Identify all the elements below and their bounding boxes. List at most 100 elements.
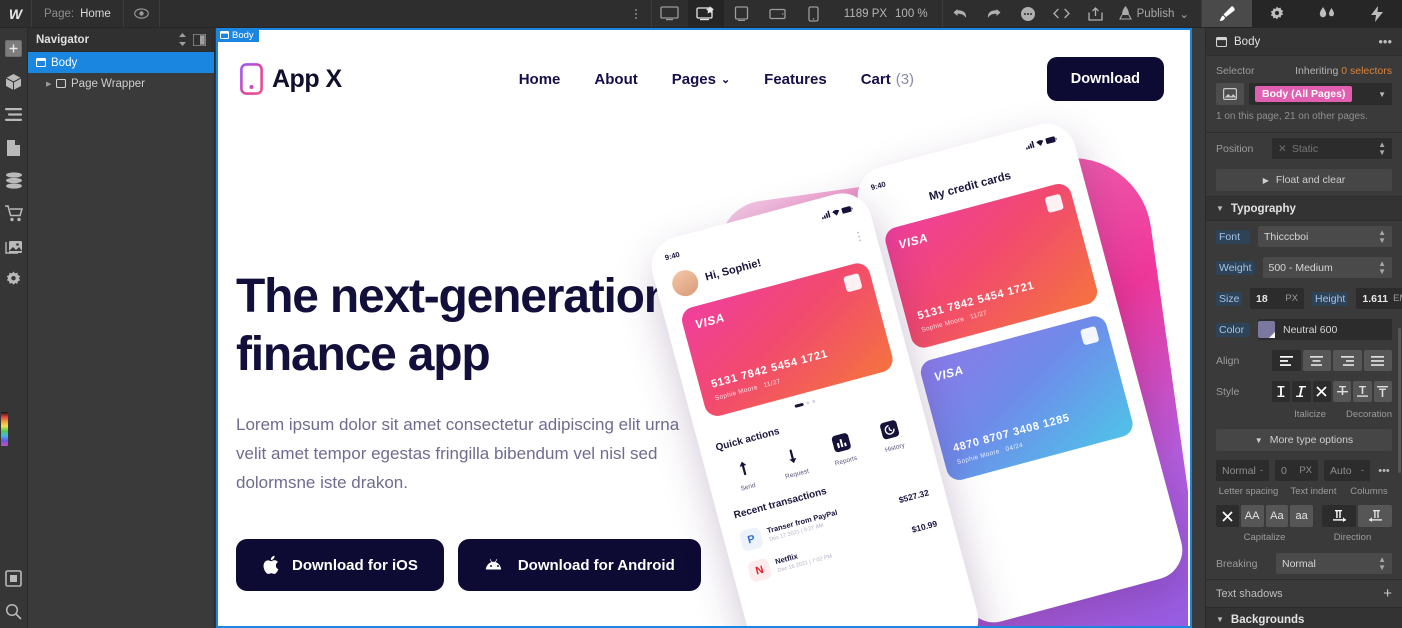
breaking-select[interactable]: Normal ▲ ▼ xyxy=(1276,553,1392,574)
download-cta-button[interactable]: Download xyxy=(1046,57,1164,101)
code-export-icon[interactable] xyxy=(1045,0,1079,27)
capitalize-icon[interactable]: Aa xyxy=(1265,505,1289,527)
no-decoration-icon[interactable] xyxy=(1312,381,1331,402)
site-nav-link-features[interactable]: Features xyxy=(764,71,827,88)
lowercase-icon[interactable]: aa xyxy=(1290,505,1313,527)
overline-icon[interactable] xyxy=(1373,381,1392,402)
breakpoint-desktop[interactable] xyxy=(687,0,724,27)
pages-icon[interactable] xyxy=(0,131,28,164)
navigator-icon[interactable] xyxy=(0,98,28,131)
inheriting-count[interactable]: 0 selectors xyxy=(1341,65,1392,77)
italic-icon[interactable] xyxy=(1292,381,1311,402)
height-unit[interactable]: EM xyxy=(1393,293,1402,304)
site-nav-link-home[interactable]: Home xyxy=(519,71,561,88)
publish-button[interactable]: Publish ⌄ xyxy=(1113,0,1201,27)
breakpoint-mobile-portrait[interactable] xyxy=(796,0,832,27)
site-settings-icon[interactable] xyxy=(0,263,28,296)
site-nav-link-cart[interactable]: Cart (3) xyxy=(861,71,914,88)
float-and-clear-toggle[interactable]: ▶ Float and clear xyxy=(1216,169,1392,191)
undo-icon[interactable] xyxy=(943,0,977,27)
line-height-input[interactable]: 1.611 EM xyxy=(1356,288,1402,309)
typography-section-header[interactable]: ▼ Typography xyxy=(1206,196,1402,221)
webflow-logo[interactable]: W xyxy=(0,0,32,27)
sort-icon[interactable] xyxy=(178,33,187,46)
search-icon[interactable] xyxy=(0,595,28,628)
style-panel-scrollbar[interactable] xyxy=(1398,328,1401,473)
size-input[interactable]: 18 PX xyxy=(1250,288,1304,309)
quick-action-reports[interactable]: Reports xyxy=(818,428,867,470)
quick-action-request[interactable]: Request xyxy=(769,441,818,483)
quick-action-send[interactable]: Send xyxy=(721,454,770,496)
text-indent-unit[interactable]: PX xyxy=(1299,465,1312,476)
style-tab[interactable] xyxy=(1202,0,1252,27)
design-canvas[interactable]: App X Home About Pages ⌄ Features Cart (… xyxy=(216,28,1192,628)
position-select[interactable]: ✕ Static ▲ ▼ xyxy=(1272,138,1392,159)
clear-icon[interactable]: ✕ xyxy=(1278,143,1287,155)
settings-tab[interactable] xyxy=(1252,0,1302,27)
align-center-icon[interactable] xyxy=(1302,350,1331,371)
page-selector[interactable]: Page: Home xyxy=(32,0,124,27)
letter-spacing-unit[interactable]: - xyxy=(1260,465,1263,476)
size-unit[interactable]: PX xyxy=(1285,293,1298,304)
canvas-size-zoom[interactable]: 1189 PX 100 % xyxy=(832,0,943,27)
rtl-icon[interactable] xyxy=(1358,505,1392,527)
interactions-tab[interactable] xyxy=(1302,0,1352,27)
ecommerce-icon[interactable] xyxy=(0,197,28,230)
canvas-options-kebab-icon[interactable] xyxy=(621,0,651,27)
download-android-button[interactable]: Download for Android xyxy=(457,539,701,591)
kebab-menu-icon[interactable]: ••• xyxy=(1378,35,1392,48)
site-brand[interactable]: App X xyxy=(240,63,342,95)
share-icon[interactable] xyxy=(1079,0,1113,27)
ltr-icon[interactable] xyxy=(1322,505,1356,527)
panel-toggle-icon[interactable] xyxy=(193,33,206,46)
download-ios-button[interactable]: Download for iOS xyxy=(236,539,444,591)
assets-icon[interactable] xyxy=(0,230,28,263)
breakpoint-desktop-large[interactable] xyxy=(652,0,688,27)
redo-icon[interactable] xyxy=(977,0,1011,27)
color-select[interactable]: Neutral 600 xyxy=(1258,319,1392,340)
none-icon[interactable] xyxy=(1216,505,1239,527)
phone-tab-bar[interactable] xyxy=(764,622,979,628)
breakpoint-tablet[interactable] xyxy=(724,0,760,27)
text-shadows-row[interactable]: Text shadows + xyxy=(1206,579,1402,607)
effects-tab[interactable] xyxy=(1352,0,1402,27)
chevron-down-icon[interactable]: ▼ xyxy=(1378,90,1386,99)
columns-input[interactable]: Auto - xyxy=(1324,460,1370,481)
strikethrough-icon[interactable] xyxy=(1332,381,1352,402)
navigator-item-page-wrapper[interactable]: ▶ Page Wrapper xyxy=(28,73,214,94)
text-indent-input[interactable]: 0 PX xyxy=(1275,460,1318,481)
stepper-icon[interactable]: ▲ ▼ xyxy=(1378,259,1386,276)
components-icon[interactable] xyxy=(0,65,28,98)
navigator-item-body[interactable]: Body xyxy=(28,52,214,73)
stepper-icon[interactable]: ▲ ▼ xyxy=(1378,228,1386,245)
letter-spacing-input[interactable]: Normal - xyxy=(1216,460,1270,481)
align-justify-icon[interactable] xyxy=(1363,350,1392,371)
add-elements-icon[interactable] xyxy=(0,32,28,65)
backgrounds-section-header[interactable]: ▼ Backgrounds xyxy=(1206,607,1402,628)
underline-icon[interactable] xyxy=(1353,381,1372,402)
align-right-icon[interactable] xyxy=(1333,350,1362,371)
selector-field[interactable]: Body (All Pages) ▼ xyxy=(1249,83,1392,105)
expand-caret-icon[interactable]: ▶ xyxy=(46,80,54,88)
quick-action-history[interactable]: History xyxy=(867,415,916,457)
upright-icon[interactable] xyxy=(1272,381,1291,402)
preview-box-icon[interactable] xyxy=(0,562,28,595)
more-type-options-toggle[interactable]: ▼ More type options xyxy=(1216,429,1392,451)
weight-select[interactable]: 500 - Medium ▲ ▼ xyxy=(1262,257,1392,278)
site-preview[interactable]: App X Home About Pages ⌄ Features Cart (… xyxy=(216,40,1188,628)
site-nav-link-about[interactable]: About xyxy=(594,71,637,88)
selector-image-icon[interactable] xyxy=(1216,83,1244,105)
preview-eye-icon[interactable] xyxy=(124,0,160,27)
columns-unit[interactable]: - xyxy=(1361,465,1364,476)
stepper-icon[interactable]: ▲ ▼ xyxy=(1378,140,1386,157)
color-spectrum-strip[interactable] xyxy=(1,412,8,446)
align-left-icon[interactable] xyxy=(1272,350,1301,371)
site-nav-link-pages[interactable]: Pages ⌄ xyxy=(672,71,730,88)
selector-pill[interactable]: Body (All Pages) xyxy=(1255,86,1353,102)
breakpoint-mobile-landscape[interactable] xyxy=(760,0,796,27)
color-swatch[interactable] xyxy=(1258,321,1275,338)
comment-icon[interactable] xyxy=(1011,0,1045,27)
stepper-icon[interactable]: ▲ ▼ xyxy=(1378,555,1386,572)
cms-icon[interactable] xyxy=(0,164,28,197)
font-select[interactable]: Thicccboi ▲ ▼ xyxy=(1258,226,1392,247)
